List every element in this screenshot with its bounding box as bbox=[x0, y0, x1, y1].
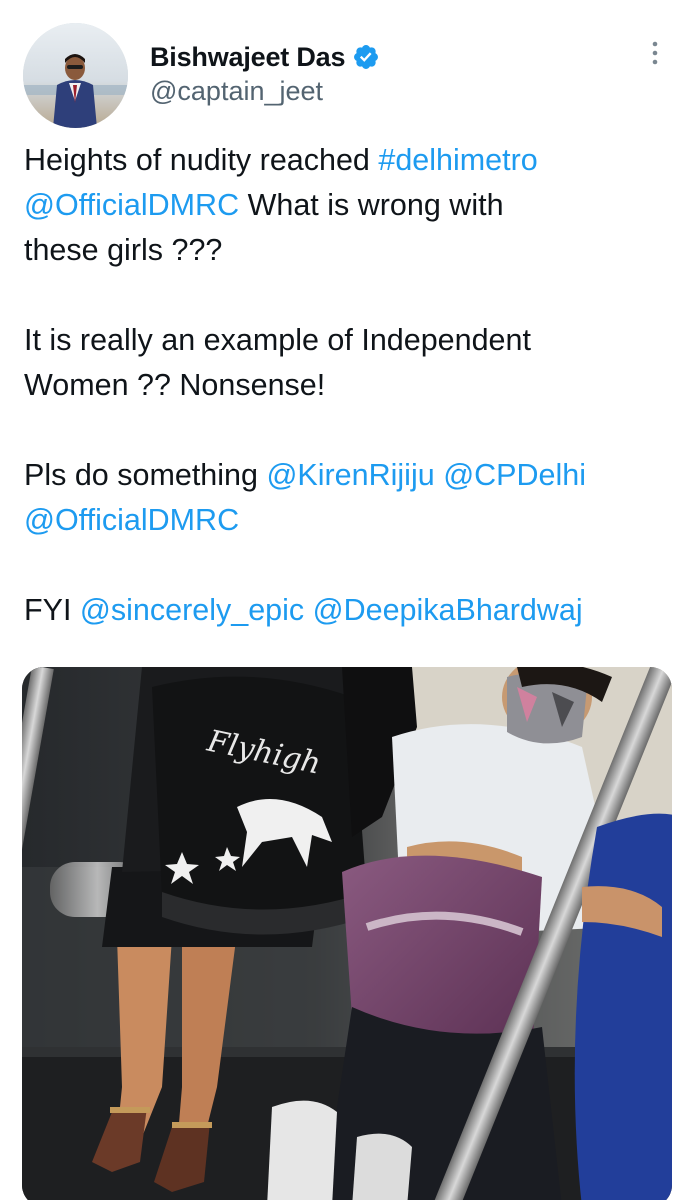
mention-link[interactable]: @CPDelhi bbox=[443, 458, 586, 492]
tweet-text-segment: these girls ??? bbox=[24, 233, 223, 267]
avatar[interactable] bbox=[23, 23, 128, 128]
tweet-text-segment: Heights of nudity reached bbox=[24, 143, 379, 177]
tweet-paragraph: It is really an example of Independent Wo… bbox=[24, 318, 679, 408]
mention-link[interactable]: @sincerely_epic bbox=[80, 593, 304, 627]
mention-link[interactable]: @OfficialDMRC bbox=[24, 503, 239, 537]
tweet-text: Heights of nudity reached #delhimetro @Of… bbox=[24, 138, 679, 633]
author-line: Bishwajeet Das bbox=[150, 40, 380, 74]
author-block: Bishwajeet Das @captain_jeet bbox=[150, 40, 380, 107]
tweet-text-segment bbox=[304, 593, 312, 627]
tweet-paragraph: Pls do something @KirenRijiju @CPDelhi @O… bbox=[24, 453, 679, 543]
verified-badge-icon bbox=[352, 43, 380, 71]
tweet-text-segment bbox=[435, 458, 443, 492]
tweet-text-segment: FYI bbox=[24, 593, 80, 627]
tweet-paragraph: FYI @sincerely_epic @DeepikaBhardwaj bbox=[24, 588, 679, 633]
metro-photo: Flyhigh bbox=[22, 667, 672, 1200]
mention-link[interactable]: @OfficialDMRC bbox=[24, 188, 239, 222]
mention-link[interactable]: @DeepikaBhardwaj bbox=[313, 593, 583, 627]
handle[interactable]: @captain_jeet bbox=[150, 76, 380, 107]
hashtag-link[interactable]: #delhimetro bbox=[378, 143, 537, 177]
tweet-media-photo[interactable]: Flyhigh bbox=[22, 667, 672, 1200]
display-name[interactable]: Bishwajeet Das bbox=[150, 42, 345, 73]
tweet-text-segment: It is really an example of Independent bbox=[24, 323, 531, 357]
avatar-photo bbox=[23, 23, 128, 128]
tweet-paragraph: Heights of nudity reached #delhimetro @Of… bbox=[24, 138, 679, 273]
mention-link[interactable]: @KirenRijiju bbox=[266, 458, 434, 492]
tweet-text-segment: What is wrong with bbox=[239, 188, 504, 222]
more-vertical-icon[interactable] bbox=[644, 40, 666, 68]
tweet-text-segment: Women ?? Nonsense! bbox=[24, 368, 326, 402]
tweet-header: Bishwajeet Das @captain_jeet bbox=[0, 0, 695, 140]
tweet-text-segment: Pls do something bbox=[24, 458, 267, 492]
